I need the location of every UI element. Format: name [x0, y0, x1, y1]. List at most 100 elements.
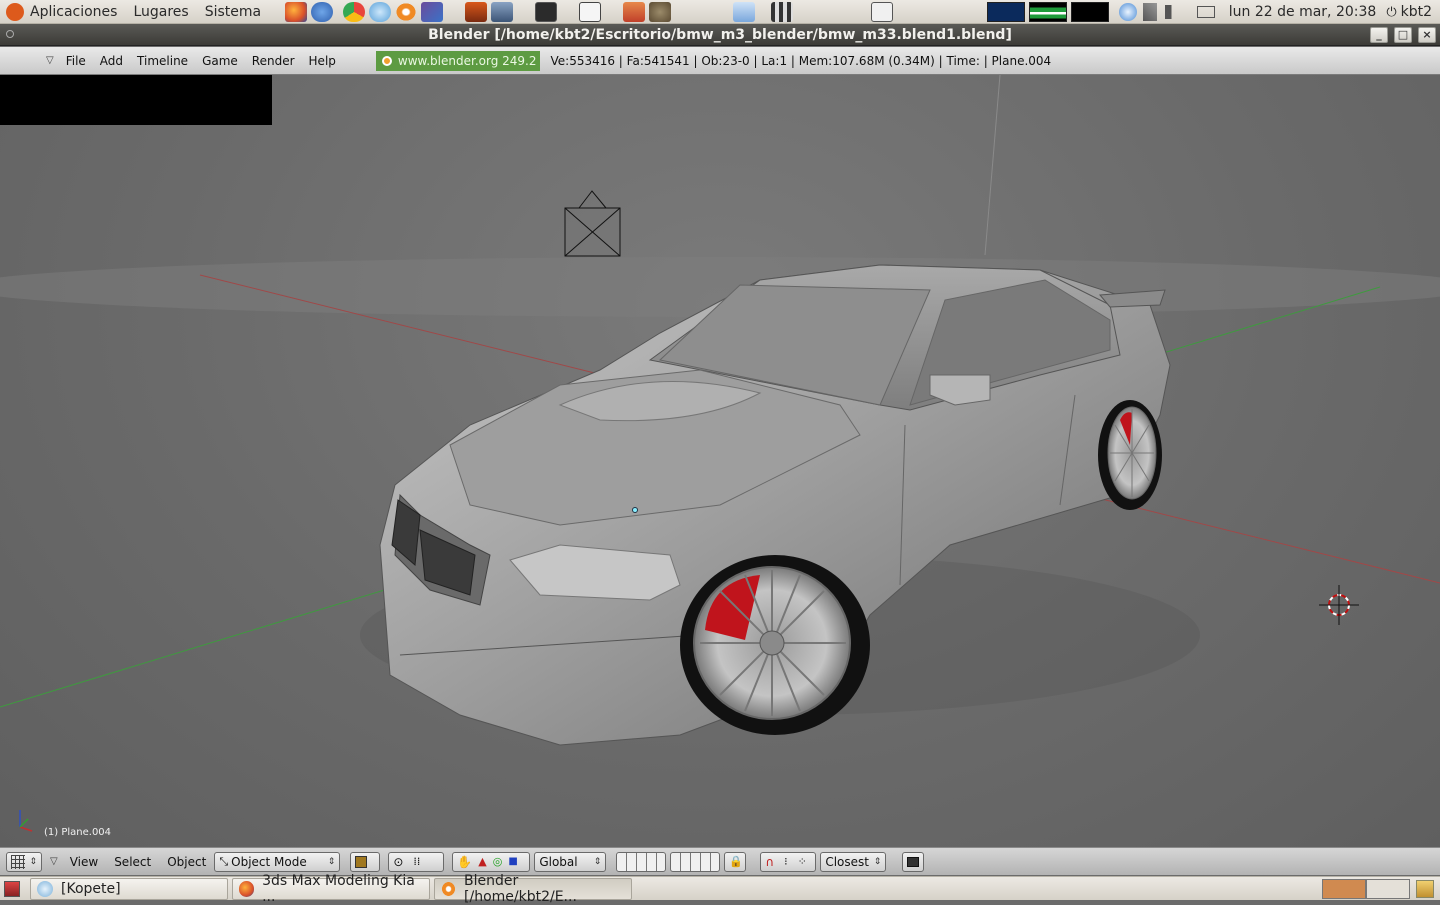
menu-file[interactable]: File [66, 54, 86, 68]
menu-lugares[interactable]: Lugares [133, 4, 188, 20]
header-collapse-icon[interactable]: ▽ [46, 55, 54, 66]
menu-help[interactable]: Help [309, 54, 336, 68]
network-monitor[interactable] [1028, 2, 1067, 22]
username[interactable]: kbt2 [1401, 4, 1432, 20]
view3d-header: ⇕ ▽ View Select Object ⤡ Object Mode ⇕ ⊙… [0, 847, 1440, 875]
help-icon[interactable] [311, 1, 334, 22]
translate-icon: ▲ [478, 855, 487, 868]
header-collapse-icon-2[interactable]: ▽ [50, 856, 58, 867]
pivot-button[interactable]: ⊙ ⁞⁞ [388, 851, 445, 872]
menu-game[interactable]: Game [202, 54, 238, 68]
close-button[interactable]: × [1418, 27, 1436, 43]
rear-wheel[interactable] [1098, 400, 1162, 510]
window-titlebar[interactable]: Blender [/home/kbt2/Escritorio/bmw_m3_bl… [0, 24, 1440, 46]
memory-monitor[interactable] [1070, 2, 1109, 22]
editor-type-button[interactable]: ⇕ [6, 851, 42, 872]
rotate-icon: ◎ [492, 855, 503, 868]
firefox-icon[interactable] [285, 1, 308, 22]
gimp-icon[interactable] [649, 1, 672, 22]
blender-logo-icon [381, 55, 392, 66]
object-origin [632, 507, 638, 513]
trash-icon[interactable] [1416, 880, 1434, 898]
panel-menus: Aplicaciones Lugares Sistema [0, 0, 283, 24]
ubuntu-logo-icon[interactable] [6, 2, 24, 21]
menu-sistema[interactable]: Sistema [205, 4, 261, 20]
firefox-icon [239, 880, 255, 897]
task-firefox[interactable]: 3ds Max Modeling Kia ... [232, 873, 430, 905]
render-icon [907, 856, 920, 867]
clapper-icon[interactable] [771, 1, 794, 22]
window-menu-icon[interactable] [6, 30, 14, 38]
workspace-2[interactable] [1366, 879, 1410, 899]
installer-icon[interactable] [491, 1, 514, 22]
chevron-updown-icon: ⇕ [593, 856, 602, 867]
snap-toggle[interactable]: ∩ ⁝ ⁘ [760, 851, 817, 872]
window-title: Blender [/home/kbt2/Escritorio/bmw_m3_bl… [428, 26, 1012, 43]
menu-view[interactable]: View [70, 855, 98, 869]
splash-link-button[interactable]: www.blender.org 249.2 [375, 50, 541, 71]
bluetooth-icon[interactable] [1142, 3, 1157, 21]
snap-target-select[interactable]: Closest ⇕ [820, 851, 887, 872]
draw-type-button[interactable] [350, 851, 381, 872]
menu-render[interactable]: Render [252, 54, 295, 68]
bottom-taskbar: [Kopete] 3ds Max Modeling Kia ... Blende… [0, 873, 1440, 905]
manipulator-toggle[interactable]: ✋ ▲ ◎ ■ [452, 851, 531, 872]
cpu-monitor[interactable] [986, 2, 1025, 22]
scene-stats: Ve:553416 | Fa:541541 | Ob:23-0 | La:1 |… [550, 53, 1052, 68]
terminal-icon[interactable] [535, 1, 558, 22]
screenshot-icon[interactable] [871, 1, 894, 22]
3d-cursor[interactable] [1319, 585, 1359, 625]
menu-add[interactable]: Add [100, 54, 123, 68]
3d-viewport[interactable]: (1) Plane.004 [0, 75, 1440, 847]
task-blender[interactable]: Blender [/home/kbt2/E... [434, 873, 632, 905]
task-kopete[interactable]: [Kopete] [30, 877, 228, 900]
chrome-icon[interactable] [343, 1, 366, 22]
z-guide-line [984, 75, 1001, 256]
menu-timeline[interactable]: Timeline [137, 54, 188, 68]
inkscape-icon[interactable] [421, 1, 444, 22]
layer-lock-button[interactable]: 🔒 [724, 851, 747, 872]
lock-icon: 🔒 [729, 855, 744, 868]
minimize-button[interactable]: _ [1370, 27, 1388, 43]
mode-select[interactable]: ⤡ Object Mode ⇕ [214, 851, 341, 872]
solid-cube-icon [355, 855, 368, 868]
clock[interactable]: lun 22 de mar, 20:38 [1229, 4, 1377, 20]
blank-panel-region [0, 75, 272, 125]
notes-icon[interactable] [623, 1, 646, 22]
lamp-object[interactable] [564, 190, 621, 257]
show-desktop-icon[interactable] [4, 880, 20, 897]
monitor-icon[interactable] [579, 1, 602, 22]
network-icon[interactable] [1118, 3, 1137, 21]
power-icon[interactable]: ⏻ [1386, 5, 1396, 20]
kopete-icon[interactable] [369, 1, 392, 22]
app-icon[interactable] [465, 1, 488, 22]
chevron-updown-icon: ⇕ [873, 856, 882, 867]
magnet-icon: ∩ [765, 854, 775, 869]
volume-icon[interactable] [1164, 5, 1181, 19]
blender-icon[interactable] [395, 1, 418, 22]
layer-buttons-a[interactable] [616, 851, 667, 872]
render-preview-button[interactable] [902, 851, 925, 872]
workspace-1[interactable] [1322, 879, 1366, 899]
top-panel: Aplicaciones Lugares Sistema lun 22 de m… [0, 0, 1440, 24]
menu-select[interactable]: Select [114, 855, 151, 869]
blender-icon [441, 880, 457, 897]
object-mode-icon: ⤡ [219, 854, 229, 868]
task-label: [Kopete] [61, 880, 121, 897]
maximize-button[interactable]: □ [1394, 27, 1412, 43]
hand-icon: ✋ [457, 854, 473, 869]
viewport-scene [0, 75, 1440, 832]
mode-select-value: Object Mode [231, 854, 307, 869]
snap-target-value: Closest [825, 854, 869, 869]
layer-buttons-b[interactable] [670, 851, 721, 872]
snap-element-icon: ⁝ [784, 855, 788, 868]
system-tray: lun 22 de mar, 20:38 ⏻ kbt2 [986, 0, 1440, 24]
mail-icon[interactable] [1196, 6, 1215, 18]
download-icon[interactable] [733, 1, 756, 22]
snap-vertex-icon: ⁘ [797, 855, 807, 868]
menu-aplicaciones[interactable]: Aplicaciones [30, 4, 117, 20]
info-header: ▽ File Add Timeline Game Render Help www… [0, 47, 1440, 75]
orientation-select[interactable]: Global ⇕ [534, 851, 607, 872]
front-wheel[interactable] [680, 555, 870, 735]
menu-object[interactable]: Object [167, 855, 206, 869]
